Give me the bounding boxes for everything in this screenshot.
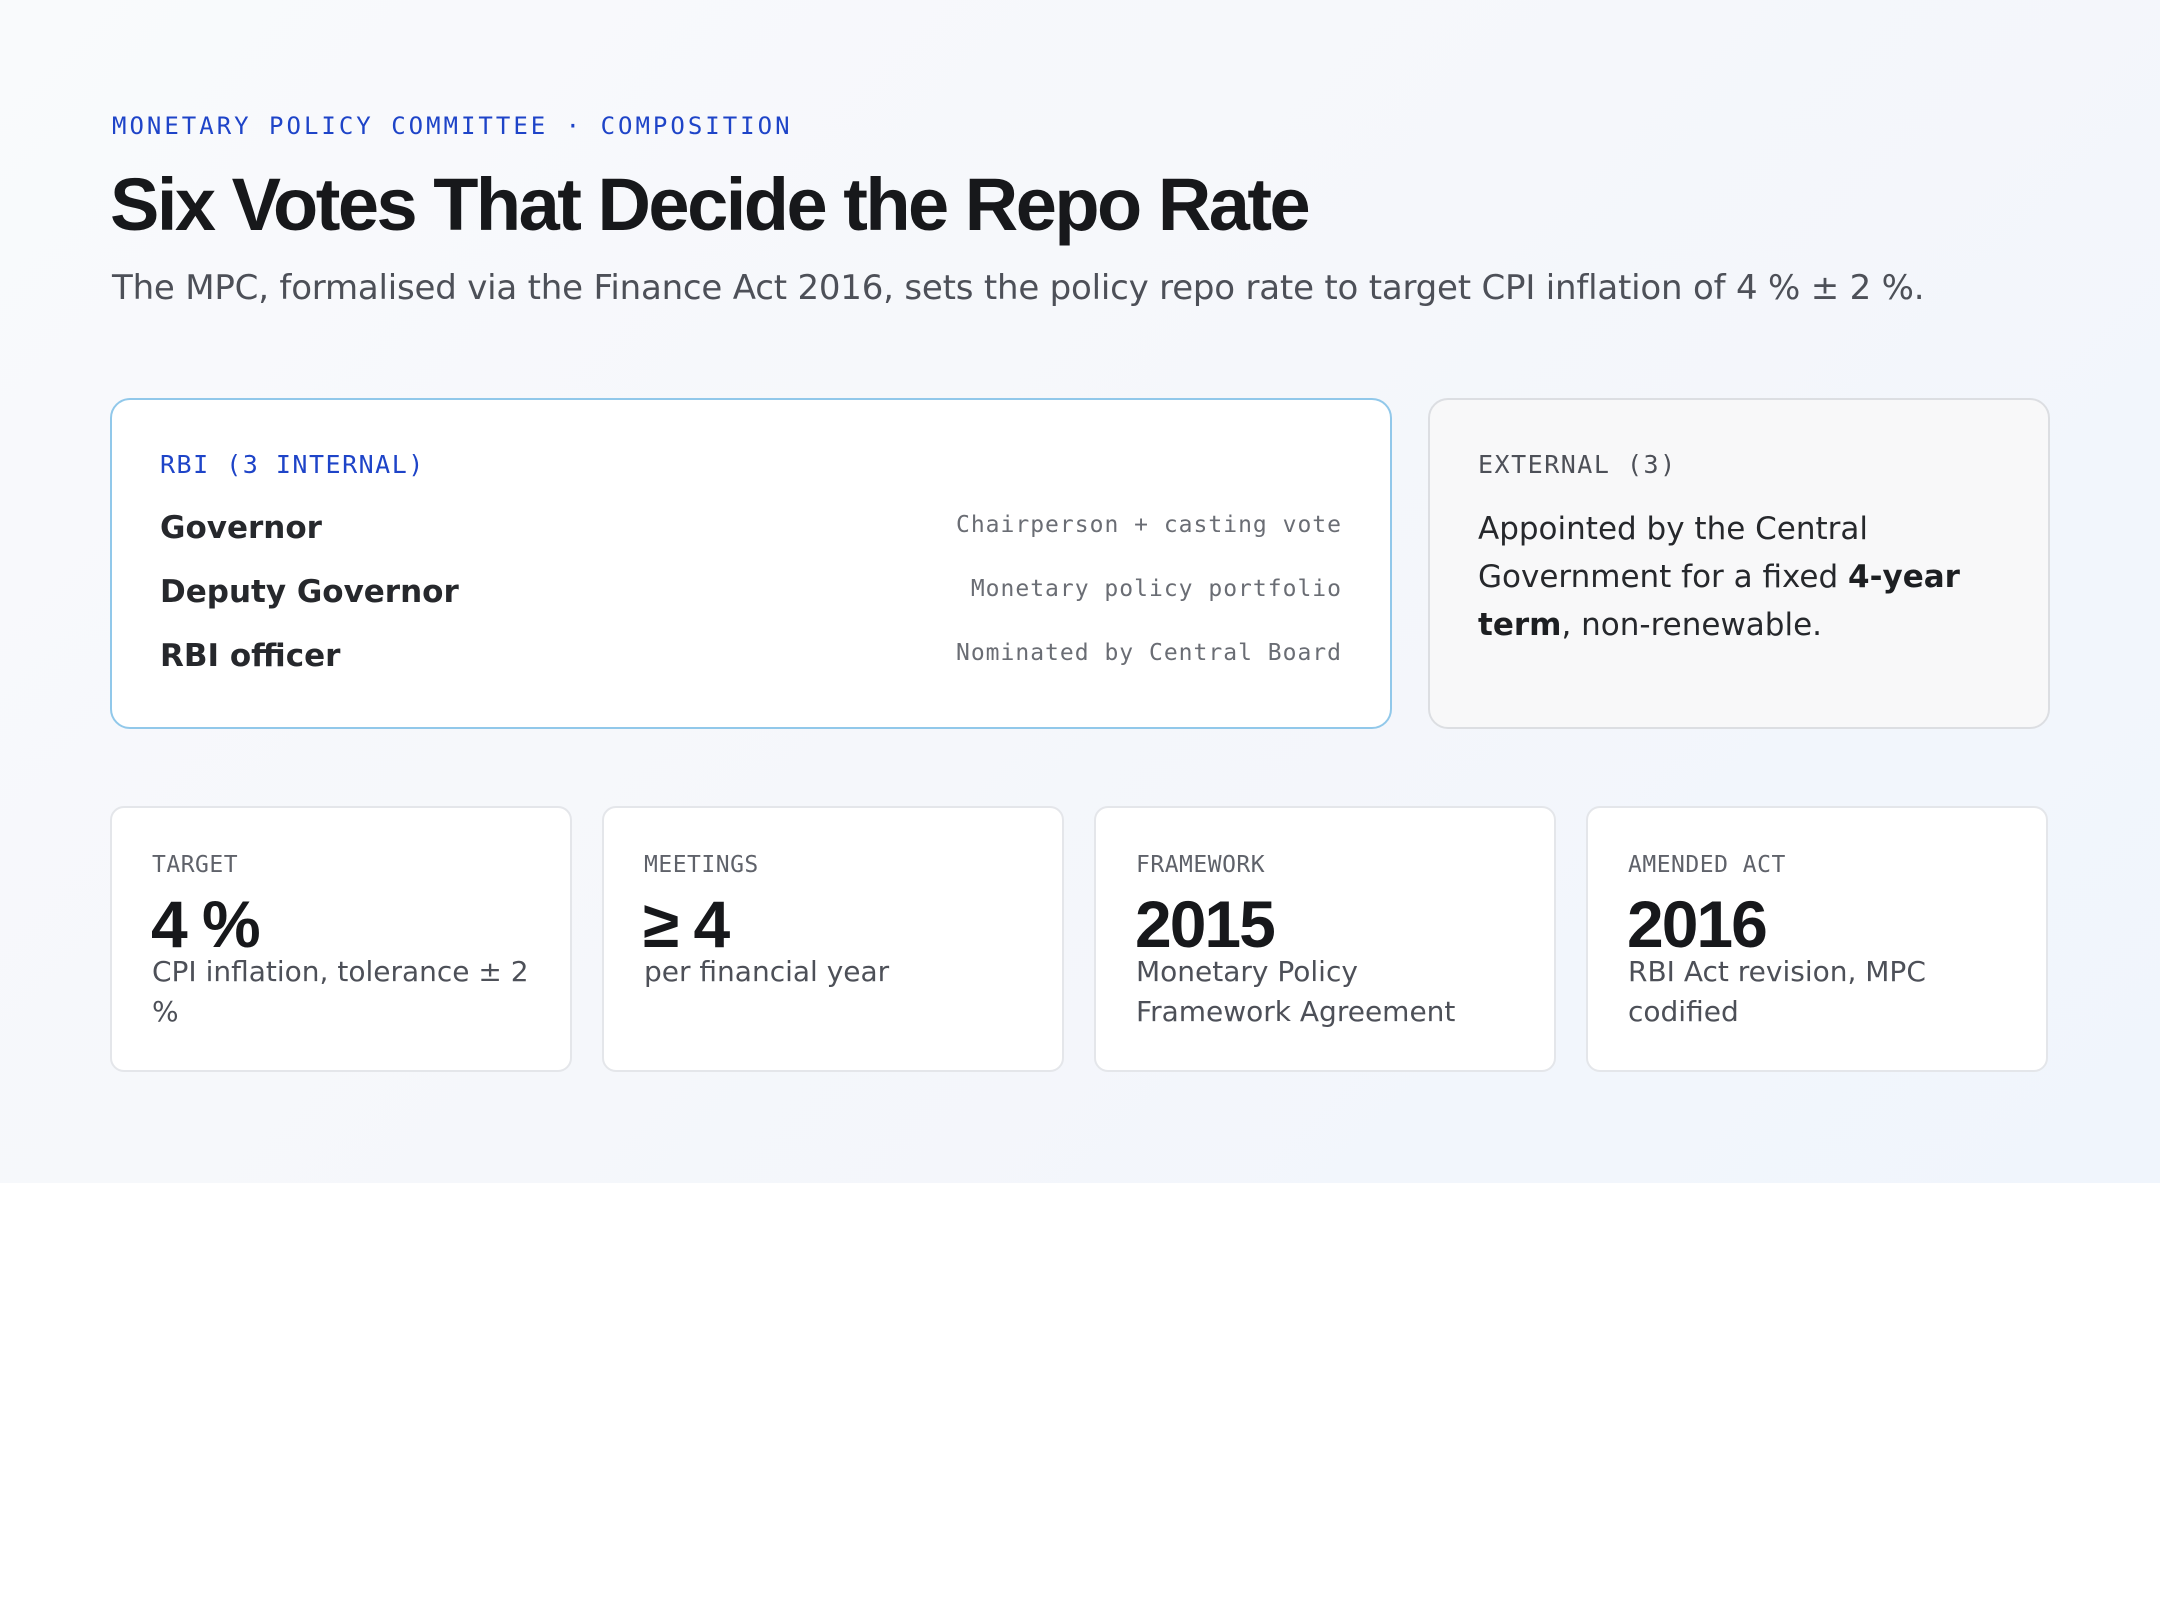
member-name: Deputy Governor	[160, 574, 459, 610]
stat-card-target: TARGET 4 % CPI inflation, tolerance ± 2 …	[110, 806, 572, 1072]
rbi-card-label: RBI (3 INTERNAL)	[160, 450, 425, 479]
stat-label: FRAMEWORK	[1136, 852, 1266, 878]
stat-value: 2016	[1627, 887, 1768, 961]
stat-label: MEETINGS	[644, 852, 759, 878]
external-members-card: EXTERNAL (3) Appointed by the Central Go…	[1428, 398, 2050, 729]
stat-label: TARGET	[152, 852, 239, 878]
member-name: Governor	[160, 510, 322, 546]
member-row-governor: Governor Chairperson + casting vote	[160, 510, 1342, 554]
member-role: Monetary policy portfolio	[970, 576, 1342, 602]
page-subtitle: The MPC, formalised via the Finance Act …	[112, 268, 1925, 308]
member-role: Nominated by Central Board	[955, 640, 1342, 666]
stat-label: AMENDED ACT	[1628, 852, 1786, 878]
eyebrow-label: MONETARY POLICY COMMITTEE · COMPOSITION	[112, 112, 793, 140]
stat-card-meetings: MEETINGS ≥ 4 per financial year	[602, 806, 1064, 1072]
stat-value: ≥ 4	[643, 887, 730, 961]
member-name: RBI officer	[160, 638, 341, 674]
stat-description: per financial year	[644, 955, 890, 988]
stat-description: CPI inflation, tolerance ± 2 %	[152, 955, 529, 1028]
external-card-label: EXTERNAL (3)	[1478, 450, 1677, 479]
page-title: Six Votes That Decide the Repo Rate	[110, 163, 1311, 246]
stat-card-framework: FRAMEWORK 2015 Monetary Policy Framework…	[1094, 806, 1556, 1072]
member-role: Chairperson + casting vote	[955, 512, 1342, 538]
external-text-start: Appointed by the Central Government for …	[1478, 511, 1869, 595]
stat-description: Monetary Policy Framework Agreement	[1136, 955, 1456, 1028]
rbi-members-card: RBI (3 INTERNAL) Governor Chairperson + …	[110, 398, 1392, 729]
external-text-end: , non-renewable.	[1561, 607, 1823, 643]
stat-value: 2015	[1135, 887, 1276, 961]
stat-description: RBI Act revision, MPC codified	[1628, 955, 1926, 1028]
stat-card-amended-act: AMENDED ACT 2016 RBI Act revision, MPC c…	[1586, 806, 2048, 1072]
member-row-rbi-officer: RBI officer Nominated by Central Board	[160, 638, 1342, 682]
stat-value: 4 %	[151, 887, 261, 961]
external-card-description: Appointed by the Central Government for …	[1478, 505, 2008, 649]
member-row-deputy-governor: Deputy Governor Monetary policy portfoli…	[160, 574, 1342, 618]
page-background: MONETARY POLICY COMMITTEE · COMPOSITION …	[0, 0, 2160, 1183]
